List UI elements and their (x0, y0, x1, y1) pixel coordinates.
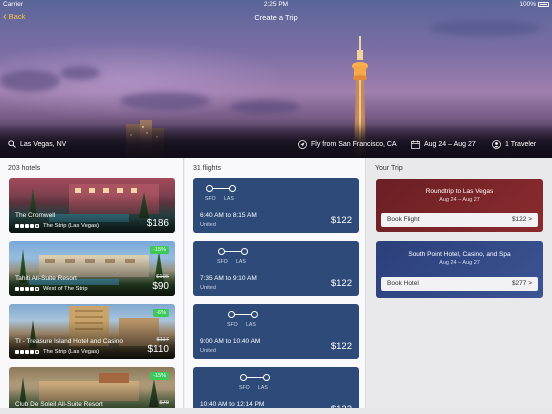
hotel-card[interactable]: -15% Club De Soleil All-Suite Resort $79 (9, 367, 175, 414)
hotel-old-price: $106 (156, 274, 169, 280)
deal-badge: -15% (150, 246, 169, 254)
flight-times: 9:00 AM to 10:40 AM (200, 338, 261, 345)
flight-card[interactable]: SFO LAS 7:35 AM to 9:10 AM United $122 (193, 241, 359, 296)
rating-dots (15, 224, 40, 228)
book-flight-price: $122 > (511, 216, 532, 223)
airline: United (200, 348, 216, 354)
origin-field[interactable]: Fly from San Francisco, CA (298, 140, 397, 149)
clock: 2:25 PM (263, 1, 289, 8)
dest-code: LAS (224, 196, 234, 202)
trip-hotel-title: South Point Hotel, Casino, and Spa (408, 251, 511, 258)
deal-badge: -6% (153, 309, 169, 317)
page-title: Create a Trip (254, 13, 298, 22)
hero-banner: Carrier 2:25 PM 100% ‹ Back Create a Tri… (0, 0, 552, 158)
flight-times: 7:35 AM to 9:10 AM (200, 275, 257, 282)
flights-count: 31 flights (193, 165, 222, 172)
battery-label: 100% (519, 1, 536, 8)
dest-code: LAS (236, 259, 246, 265)
book-hotel-button[interactable]: Book Hotel $277 > (381, 277, 538, 291)
travelers-label: 1 Traveler (505, 141, 537, 148)
your-trip-panel: Your Trip Roundtrip to Las Vegas Aug 24 … (367, 158, 552, 414)
hotel-price: $186 (146, 218, 169, 229)
hotel-meta: West of The Strip (15, 286, 88, 292)
status-bar: Carrier 2:25 PM 100% (0, 0, 552, 10)
location-arrow-icon (298, 140, 307, 149)
dates-label: Aug 24 – Aug 27 (424, 141, 476, 148)
hotel-area: West of The Strip (43, 286, 88, 292)
airline: United (200, 285, 216, 291)
hotel-name: Club De Soleil All-Suite Resort (15, 401, 103, 408)
hotel-area: The Strip (Las Vegas) (43, 349, 100, 355)
hotel-name: The Cromwell (15, 212, 56, 219)
bottom-edge (0, 408, 552, 414)
hotel-card[interactable]: -6% TI - Treasure Island Hotel and Casin… (9, 304, 175, 359)
hotel-price: $90 (152, 281, 169, 292)
nav-bar: ‹ Back Create a Trip (0, 11, 552, 25)
route-diagram: SFO LAS (239, 373, 279, 393)
origin-label: Fly from San Francisco, CA (311, 141, 397, 148)
hero-shade (0, 118, 552, 158)
hotel-meta: The Strip (Las Vegas) (15, 223, 99, 229)
origin-code: SFO (227, 322, 238, 328)
cloud (60, 66, 100, 80)
trip-search-bar: Las Vegas, NV Fly from San Francisco, CA… (0, 140, 552, 152)
hotel-meta: The Strip (Las Vegas) (15, 349, 99, 355)
flight-times: 6:40 AM to 8:15 AM (200, 212, 257, 219)
trip-flight-title: Roundtrip to Las Vegas (425, 188, 494, 195)
hotel-price: $110 (147, 344, 169, 355)
flight-price: $122 (330, 215, 352, 226)
flight-card[interactable]: SFO LAS 9:00 AM to 10:40 AM United $122 (193, 304, 359, 359)
dest-code: LAS (258, 385, 268, 391)
origin-code: SFO (205, 196, 216, 202)
destination-label: Las Vegas, NV (20, 140, 67, 148)
hotel-area: The Strip (Las Vegas) (43, 223, 100, 229)
airline: United (200, 222, 216, 228)
trip-header: Your Trip (375, 165, 403, 172)
flight-card[interactable]: SFO LAS 6:40 AM to 8:15 AM United $122 (193, 178, 359, 233)
rating-dots (15, 287, 40, 291)
book-flight-label: Book Flight (387, 216, 420, 223)
cloud (120, 92, 210, 110)
calendar-icon (411, 140, 420, 149)
book-hotel-label: Book Hotel (387, 280, 419, 287)
trip-flight-card: Roundtrip to Las Vegas Aug 24 – Aug 27 B… (376, 179, 543, 232)
trip-hotel-card: South Point Hotel, Casino, and Spa Aug 2… (376, 241, 543, 298)
person-icon (492, 140, 501, 149)
hotel-card[interactable]: -15% Tahiti All-Suite Resort West of The… (9, 241, 175, 296)
flight-times: 10:40 AM to 12:14 PM (200, 401, 265, 408)
hotel-name: TI - Treasure Island Hotel and Casino (15, 338, 124, 345)
route-diagram: SFO LAS (205, 184, 245, 204)
flight-price: $122 (330, 278, 352, 289)
rating-dots (15, 350, 40, 354)
hotel-old-price: $79 (159, 400, 169, 406)
flight-price: $122 (330, 341, 352, 352)
deal-badge: -15% (150, 372, 169, 380)
dest-code: LAS (246, 322, 256, 328)
flights-panel: 31 flights SFO LAS 6:40 AM to 8:15 AM Uni… (185, 158, 366, 414)
route-diagram: SFO LAS (217, 247, 257, 267)
destination-field[interactable]: Las Vegas, NV (8, 140, 66, 148)
hotel-old-price: $117 (156, 337, 169, 343)
search-icon (8, 140, 16, 148)
hotel-card[interactable]: The Cromwell The Strip (Las Vegas) $186 (9, 178, 175, 233)
cloud (0, 70, 60, 92)
dates-field[interactable]: Aug 24 – Aug 27 (411, 140, 476, 149)
route-diagram: SFO LAS (227, 310, 267, 330)
hotels-panel: 203 hotels The Cromwell The Strip (Las V… (0, 158, 184, 414)
trip-hotel-dates: Aug 24 – Aug 27 (439, 260, 480, 266)
book-hotel-price: $277 > (511, 280, 532, 287)
travelers-field[interactable]: 1 Traveler (492, 140, 536, 149)
cloud (230, 100, 300, 114)
flight-card[interactable]: SFOLAS 10:40 AM to 12:14 PM $122 (193, 367, 359, 414)
trip-flight-dates: Aug 24 – Aug 27 (439, 197, 480, 203)
battery-icon (538, 2, 549, 7)
hotels-count: 203 hotels (8, 165, 41, 172)
book-flight-button[interactable]: Book Flight $122 > (381, 213, 538, 227)
origin-code: SFO (239, 385, 250, 391)
hotel-name: Tahiti All-Suite Resort (15, 275, 77, 282)
origin-code: SFO (217, 259, 228, 265)
